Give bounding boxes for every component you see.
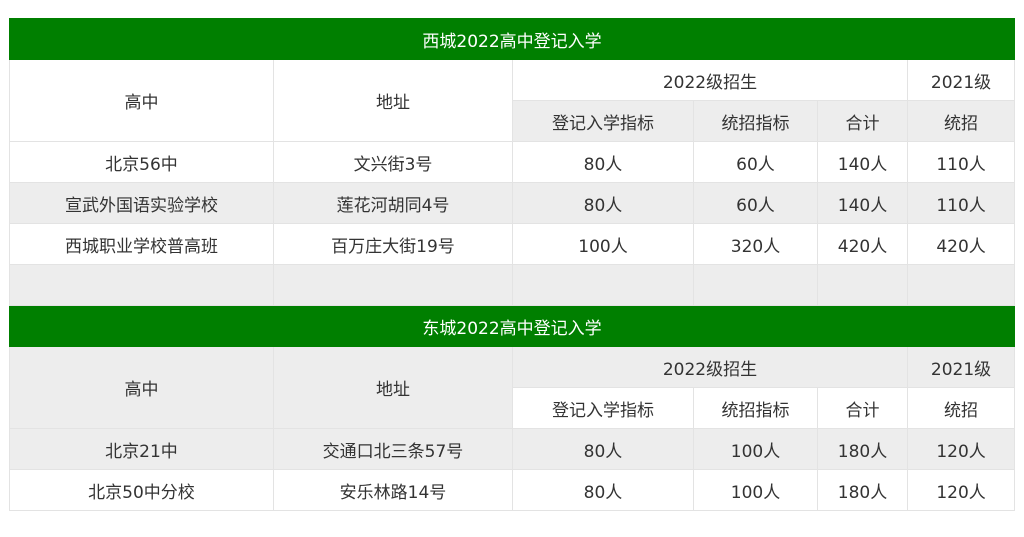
reg-quota: 80人 xyxy=(512,141,694,183)
header-unified-quota: 统招指标 xyxy=(693,387,818,429)
reg-quota: 100人 xyxy=(512,223,694,265)
unified-quota: 60人 xyxy=(693,141,818,183)
header-reg-quota: 登记入学指标 xyxy=(512,100,694,142)
unified-quota: 320人 xyxy=(693,223,818,265)
header-school: 高中 xyxy=(9,59,274,142)
header-group-2021: 2021级 xyxy=(906,59,1016,101)
header-address: 地址 xyxy=(273,346,513,429)
empty-cell xyxy=(273,264,513,306)
section-title: 西城2022高中登记入学 xyxy=(8,18,1016,60)
table-row: 北京50中分校 安乐林路14号 80人 100人 180人 120人 xyxy=(9,469,1016,511)
empty-cell xyxy=(9,264,274,306)
header-group-2022: 2022级招生 xyxy=(512,59,908,101)
table-row: 北京56中 文兴街3号 80人 60人 140人 110人 xyxy=(9,141,1016,183)
unified-2021: 120人 xyxy=(906,469,1016,511)
total: 420人 xyxy=(817,223,908,265)
school-name: 北京21中 xyxy=(9,428,274,470)
empty-cell xyxy=(906,264,1016,306)
header-unified-quota: 统招指标 xyxy=(693,100,818,142)
header-address: 地址 xyxy=(273,59,513,142)
enrollment-table: 西城2022高中登记入学 高中 地址 2022级招生 2021级 登记入学指标 … xyxy=(8,18,1016,511)
table-row: 宣武外国语实验学校 莲花河胡同4号 80人 60人 140人 110人 xyxy=(9,182,1016,224)
school-address: 安乐林路14号 xyxy=(273,469,513,511)
header-total: 合计 xyxy=(817,100,908,142)
total: 180人 xyxy=(817,469,908,511)
header-reg-quota: 登记入学指标 xyxy=(512,387,694,429)
total: 140人 xyxy=(817,182,908,224)
header-total: 合计 xyxy=(817,387,908,429)
school-name: 宣武外国语实验学校 xyxy=(9,182,274,224)
header-group-2021: 2021级 xyxy=(906,346,1016,388)
school-address: 文兴街3号 xyxy=(273,141,513,183)
reg-quota: 80人 xyxy=(512,428,694,470)
empty-cell xyxy=(693,264,818,306)
header-group-2022: 2022级招生 xyxy=(512,346,908,388)
total: 140人 xyxy=(817,141,908,183)
school-address: 交通口北三条57号 xyxy=(273,428,513,470)
unified-quota: 100人 xyxy=(693,428,818,470)
school-name: 北京50中分校 xyxy=(9,469,274,511)
header-unified-2021: 统招 xyxy=(906,100,1016,142)
header-row: 高中 地址 2022级招生 2021级 xyxy=(9,346,1016,429)
table-row: 西城职业学校普高班 百万庄大街19号 100人 320人 420人 420人 xyxy=(9,223,1016,265)
empty-cell xyxy=(512,264,694,306)
spacer-row xyxy=(9,264,1016,306)
unified-2021: 120人 xyxy=(906,428,1016,470)
empty-cell xyxy=(817,264,908,306)
unified-quota: 100人 xyxy=(693,469,818,511)
unified-2021: 110人 xyxy=(906,182,1016,224)
total: 180人 xyxy=(817,428,908,470)
header-school: 高中 xyxy=(9,346,274,429)
enrollment-tables: 西城2022高中登记入学 高中 地址 2022级招生 2021级 登记入学指标 … xyxy=(8,18,1016,511)
school-address: 莲花河胡同4号 xyxy=(273,182,513,224)
section-title: 东城2022高中登记入学 xyxy=(8,305,1016,347)
section-title-row: 东城2022高中登记入学 xyxy=(8,305,1016,347)
school-address: 百万庄大街19号 xyxy=(273,223,513,265)
unified-2021: 420人 xyxy=(906,223,1016,265)
table-row: 北京21中 交通口北三条57号 80人 100人 180人 120人 xyxy=(9,428,1016,470)
header-row: 高中 地址 2022级招生 2021级 xyxy=(9,59,1016,142)
school-name: 西城职业学校普高班 xyxy=(9,223,274,265)
unified-quota: 60人 xyxy=(693,182,818,224)
unified-2021: 110人 xyxy=(906,141,1016,183)
reg-quota: 80人 xyxy=(512,182,694,224)
school-name: 北京56中 xyxy=(9,141,274,183)
reg-quota: 80人 xyxy=(512,469,694,511)
header-unified-2021: 统招 xyxy=(906,387,1016,429)
section-title-row: 西城2022高中登记入学 xyxy=(8,18,1016,60)
